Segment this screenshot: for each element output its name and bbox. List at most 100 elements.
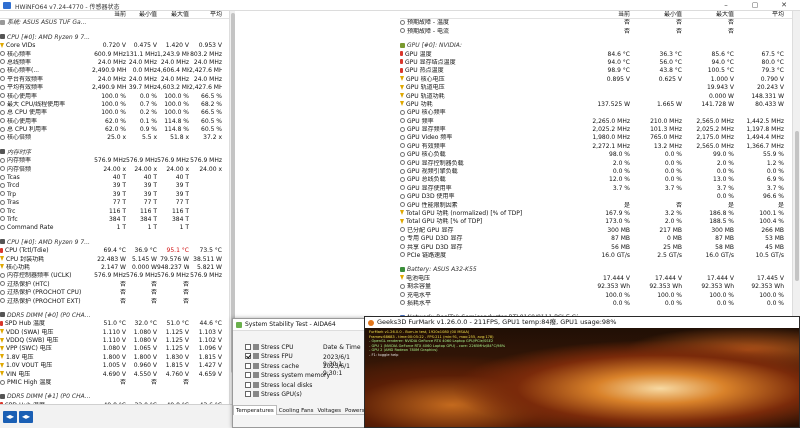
sensor-group-header[interactable]: CPU [#0]: AMD Ryzen 9 7... xyxy=(0,34,229,42)
sensor-row[interactable]: VPP (SWC) 电压 1.080 V 1.065 V 1.125 V 1.096 V xyxy=(0,345,229,353)
sensor-row[interactable]: Trcd 39 T 39 T 39 T xyxy=(0,182,229,190)
sensor-row[interactable]: Total GPU 功耗 (normalized) [% of TDP] 167.… xyxy=(400,210,792,218)
stress-option[interactable]: Stress cache xyxy=(245,362,299,371)
sensor-row[interactable]: GPU 有效频率 2,272.1 MHz 13.2 MHz 2,565.0 MHz 1,… xyxy=(400,143,792,151)
sensor-row[interactable]: GPU 性能限制因素 是 否 是 是 xyxy=(400,202,792,210)
tab-powers[interactable]: Powers xyxy=(343,406,367,416)
maximize-button[interactable]: ▢ xyxy=(744,0,766,11)
sensor-row[interactable]: GPU 显存控制器负载 2.0 % 0.0 % 2.0 % 1.2 % xyxy=(400,160,792,168)
sensor-row[interactable]: 损耗水平 0.0 % 0.0 % 0.0 % 0.0 % xyxy=(400,300,792,308)
sensor-row[interactable]: VDDQ (SWB) 电压 1.110 V 1.080 V 1.125 V 1.102 … xyxy=(0,337,229,345)
sensor-row[interactable]: 最大 CPU/线程使用率 100.0 % 0.7 % 100.0 % 68.2 % xyxy=(0,101,229,109)
sensor-row[interactable]: GPU 轨道电压 19.943 V 20.243 V xyxy=(400,84,792,92)
sensor-row[interactable]: PCIe 链路速度 16.0 GT/s 2.5 GT/s 16.0 GT/s 10.5 … xyxy=(400,252,792,260)
column-current-right[interactable]: 当前 xyxy=(578,11,630,19)
sensor-row[interactable]: SPD Hub 温度 51.0 °C 32.0 °C 51.0 °C 44.6 °C xyxy=(0,320,229,328)
column-min-right[interactable]: 最小值 xyxy=(630,11,682,19)
sensor-row[interactable]: VIN 电压 4.690 V 4.550 V 4.760 V 4.659 V xyxy=(0,371,229,379)
stress-option[interactable]: Stress system memory xyxy=(245,371,330,380)
sensor-row[interactable]: 1.8V 电压 1.800 V 1.800 V 1.830 V 1.815 V xyxy=(0,354,229,362)
tab-temperatures[interactable]: Temperatures xyxy=(233,405,277,415)
column-min[interactable]: 最小值 xyxy=(126,11,157,19)
column-avg-right[interactable]: 平均 xyxy=(734,11,784,19)
sensor-row[interactable]: PMIC High 温度 否 否 否 xyxy=(0,379,229,387)
aida64-stress-window[interactable]: System Stability Test - AIDA64 Stress CP… xyxy=(232,318,373,428)
sensor-row[interactable]: 已分配 GPU 显存 300 MB 217 MB 300 MB 266 MB xyxy=(400,227,792,235)
sensor-row[interactable]: GPU 热点温度 98.9 °C 43.8 °C 100.5 °C 79.3 °C xyxy=(400,67,792,75)
sensor-row[interactable]: CPU 封装功耗 22.483 W 5.145 W 79.576 W 38.511 W xyxy=(0,256,229,264)
sensor-row[interactable]: 核心功耗 2.147 W 0.000 W 948.237 W 5.821 W xyxy=(0,264,229,272)
sensor-row[interactable]: CPU (Tctl/Tdie) 69.4 °C 36.9 °C 95.1 °C 73.5… xyxy=(0,247,229,255)
sensor-row[interactable]: Core VIDs 0.720 V 0.475 V 1.420 V 0.953 V xyxy=(0,42,229,50)
sensor-row[interactable]: 共享 GPU D3D 显存 56 MB 25 MB 58 MB 45 MB xyxy=(400,244,792,252)
sensor-row[interactable]: Tras 77 T 77 T 77 T xyxy=(0,199,229,207)
sensor-row[interactable]: 总线频率 24.0 MHz 24.0 MHz 24.0 MHz 24.0 MHz xyxy=(0,59,229,67)
stress-checkbox[interactable] xyxy=(245,353,251,360)
stress-checkbox[interactable] xyxy=(245,344,251,350)
stress-option[interactable]: Stress local disks xyxy=(245,381,312,390)
sensor-row[interactable]: GPU 功耗 137.525 W 1.665 W 141.728 W 80.433 W xyxy=(400,101,792,109)
sensor-group-header[interactable]: 内存时序 xyxy=(0,149,229,157)
column-max[interactable]: 最大值 xyxy=(157,11,189,19)
column-max-right[interactable]: 最大值 xyxy=(682,11,734,19)
right-scrollbar-thumb[interactable] xyxy=(795,131,799,281)
stress-option[interactable]: Stress CPU xyxy=(245,343,294,352)
sensor-row[interactable]: Trp 39 T 39 T 39 T xyxy=(0,191,229,199)
sensor-row[interactable]: 过热保护 (HTC) 否 否 否 xyxy=(0,281,229,289)
sensor-group-header[interactable]: Battery: ASUS A32-K55 xyxy=(400,266,792,274)
stress-option[interactable]: Stress FPU xyxy=(245,352,293,361)
sensor-group-header[interactable]: CPU [#0]: AMD Ryzen 9 7... xyxy=(0,239,229,247)
sensor-row[interactable]: GPU 轨道功耗 0.000 W 148.331 W xyxy=(400,93,792,101)
stress-checkbox[interactable] xyxy=(245,381,251,388)
stress-checkbox[interactable] xyxy=(245,362,251,369)
sensor-row[interactable]: GPU 核心负载 98.0 % 0.0 % 99.0 % 55.9 % xyxy=(400,151,792,159)
sensor-row[interactable]: GPU 视频引擎负载 0.0 % 0.0 % 0.0 % 0.0 % xyxy=(400,168,792,176)
stress-checkbox[interactable] xyxy=(245,391,251,397)
sensor-row[interactable]: 1.0V VOUT 电压 1.005 V 0.960 V 1.815 V 1.427 V xyxy=(0,362,229,370)
sensor-row[interactable]: 电池电压 17.444 V 17.444 V 17.444 V 17.445 V xyxy=(400,275,792,283)
sensor-row[interactable]: GPU 总线负载 12.0 % 0.0 % 13.0 % 6.9 % xyxy=(400,176,792,184)
sensor-group-header[interactable]: 系统: ASUS ASUS TUF Ga... xyxy=(0,19,229,27)
sensor-row[interactable]: 过热保护 (PROCHOT CPU) 否 否 否 xyxy=(0,289,229,297)
sensor-row[interactable]: 平台有效频率 24.0 MHz 24.0 MHz 24.0 MHz 24.0 MHz xyxy=(0,76,229,84)
sensor-row[interactable]: GPU 温度 84.6 °C 36.3 °C 85.6 °C 67.5 °C xyxy=(400,51,792,59)
sensor-row[interactable]: 核心频率(... 2,490.9 MHz 0.0 MHz4,606.4 MHz2,4… xyxy=(0,67,229,75)
sensor-row[interactable]: 专用 GPU D3D 显存 87 MB 0 MB 87 MB 53 MB xyxy=(400,235,792,243)
sensor-row[interactable]: GPU 显存使用率 3.7 % 3.7 % 3.7 % 3.7 % xyxy=(400,185,792,193)
sensor-row[interactable]: 平均有效频率 2,490.9 MHz39.7 MHz4,603.2 MHz2,42… xyxy=(0,84,229,92)
sensor-row[interactable]: GPU 核心频率 xyxy=(400,109,792,117)
sensor-group-header[interactable]: GPU [#0]: NVIDIA: xyxy=(400,42,792,50)
sensor-row[interactable]: Total GPU 功耗 [% of TDP] 173.0 % 2.0 % 188.5… xyxy=(400,218,792,226)
furmark-window[interactable]: Geeks3D FurMark v1.26.0.0 - 211FPS, GPU1… xyxy=(364,316,800,428)
stress-option[interactable]: Stress GPU(s) xyxy=(245,390,302,399)
sensor-row[interactable]: 剩余容量 92.353 Wh 92.353 Wh 92.353 Wh 92.353 Wh xyxy=(400,283,792,291)
close-button[interactable]: ✕ xyxy=(773,0,795,11)
sensor-panel-left[interactable]: 当前 最小值 最大值 平均 系统: ASUS ASUS TUF Ga... CPU… xyxy=(0,11,229,404)
sensor-row[interactable]: Tcas 40 T 40 T 40 T xyxy=(0,174,229,182)
nav-left-icon[interactable]: ◂▸ xyxy=(3,411,17,423)
tab-voltages[interactable]: Voltages xyxy=(315,406,343,416)
sensor-row[interactable]: 预期故障 - 电流 否 否 否 xyxy=(400,28,792,36)
sensor-row[interactable]: 预期故障 - 温度 否 否 否 xyxy=(400,19,792,27)
sensor-row[interactable]: GPU Video 频率 1,980.0 MHz 765.0 MHz 2,175.0 … xyxy=(400,134,792,142)
sensor-row[interactable]: 总 CPU 使用率 100.0 % 0.2 % 100.0 % 66.5 % xyxy=(0,109,229,117)
stress-checkbox[interactable] xyxy=(245,372,251,379)
sensor-row[interactable]: GPU 显存结点温度 94.0 °C 56.0 °C 94.0 °C 80.0 °C xyxy=(400,59,792,67)
sensor-row[interactable]: GPU 核心电压 0.895 V 0.625 V 1.000 V 0.790 V xyxy=(400,76,792,84)
sensor-row[interactable]: Trc 116 T 116 T 116 T xyxy=(0,208,229,216)
sensor-row[interactable]: Trfc 384 T 384 T 384 T xyxy=(0,216,229,224)
sensor-row[interactable]: 过热保护 (PROCHOT EXT) 否 否 否 xyxy=(0,298,229,306)
nav-right-icon[interactable]: ◂▸ xyxy=(19,411,33,423)
sensor-row[interactable]: 核心倍频 25.0 x 5.5 x 51.8 x 37.2 x xyxy=(0,134,229,142)
sensor-row[interactable]: GPU D3D 使用率 0.0 % 96.6 % xyxy=(400,193,792,201)
column-current[interactable]: 当前 xyxy=(92,11,126,19)
column-avg[interactable]: 平均 xyxy=(189,11,222,19)
sensor-row[interactable]: 核心频率 600.9 MHz131.1 MHz1,243.9 MHz803.2 M… xyxy=(0,51,229,59)
sensor-row[interactable]: 总 CPU 利用率 62.0 % 0.9 % 114.8 % 60.5 % xyxy=(0,126,229,134)
sensor-row[interactable]: GPU 频率 2,265.0 MHz 210.0 MHz 2,565.0 MHz 1,4… xyxy=(400,118,792,126)
sensor-row[interactable]: 内存控制器频率 (UCLK) 576.9 MHz 576.9 MHz 576.9 MH… xyxy=(0,272,229,280)
sensor-row[interactable]: 内存频率 576.9 MHz 576.9 MHz 576.9 MHz 576.9 MHz xyxy=(0,157,229,165)
sensor-row[interactable]: 核心使用率 62.0 % 0.1 % 114.8 % 60.5 % xyxy=(0,118,229,126)
sensor-row[interactable]: 充电水平 100.0 % 100.0 % 100.0 % 100.0 % xyxy=(400,292,792,300)
sensor-group-header[interactable]: DDR5 DIMM [#1] (P0 CHA... xyxy=(0,393,229,401)
